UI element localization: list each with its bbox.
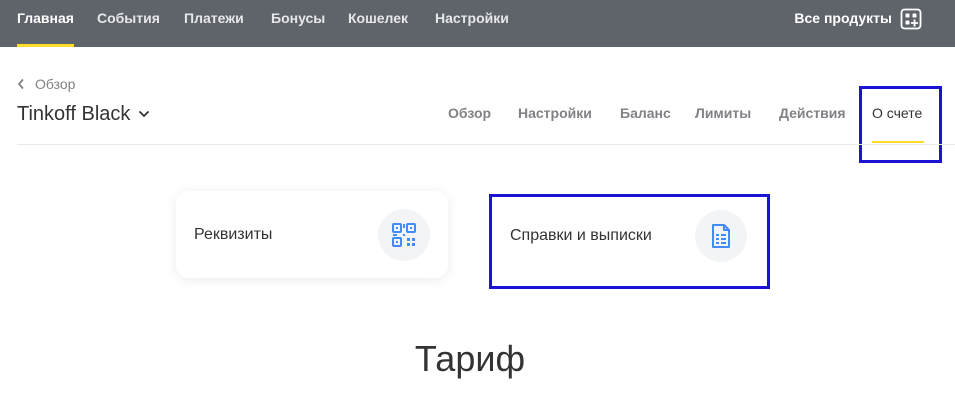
chevron-left-icon xyxy=(17,78,24,90)
tab-highlight-box xyxy=(859,86,942,163)
active-tab-indicator xyxy=(872,141,924,143)
statements-card[interactable]: Справки и выписки xyxy=(492,197,767,278)
topnav-item-main[interactable]: Главная xyxy=(17,0,74,47)
product-title: Tinkoff Black xyxy=(17,102,131,125)
qr-code-icon xyxy=(392,223,416,247)
all-products-link[interactable]: Все продукты xyxy=(794,0,892,36)
tab-actions[interactable]: Действия xyxy=(779,103,846,123)
topnav-item-bonuses[interactable]: Бонусы xyxy=(271,0,325,47)
requisites-icon-circle xyxy=(378,209,430,261)
chevron-down-icon xyxy=(139,110,150,118)
apps-plus-icon[interactable] xyxy=(900,8,922,30)
statements-card-label: Справки и выписки xyxy=(510,227,652,244)
product-selector[interactable]: Tinkoff Black xyxy=(17,102,150,126)
tab-balance[interactable]: Баланс xyxy=(620,103,671,123)
tab-overview[interactable]: Обзор xyxy=(448,103,491,123)
topnav-item-payments[interactable]: Платежи xyxy=(184,0,244,47)
tab-limits[interactable]: Лимиты xyxy=(695,103,751,123)
document-icon xyxy=(712,224,730,248)
tariff-section-title: Тариф xyxy=(414,338,526,379)
topnav-item-settings[interactable]: Настройки xyxy=(435,0,509,47)
header-divider xyxy=(17,144,955,145)
requisites-card-label: Реквизиты xyxy=(194,226,273,243)
breadcrumb-label[interactable]: Обзор xyxy=(35,76,75,92)
top-nav-bar: Главная События Платежи Бонусы Кошелек Н… xyxy=(0,0,955,47)
breadcrumb[interactable]: Обзор xyxy=(17,75,75,93)
topnav-item-events[interactable]: События xyxy=(97,0,160,47)
tab-about-account[interactable]: О счете xyxy=(872,103,922,123)
tab-settings[interactable]: Настройки xyxy=(518,103,592,123)
requisites-card[interactable]: Реквизиты xyxy=(176,191,448,278)
statements-icon-circle xyxy=(695,210,747,262)
topnav-item-wallet[interactable]: Кошелек xyxy=(348,0,408,47)
